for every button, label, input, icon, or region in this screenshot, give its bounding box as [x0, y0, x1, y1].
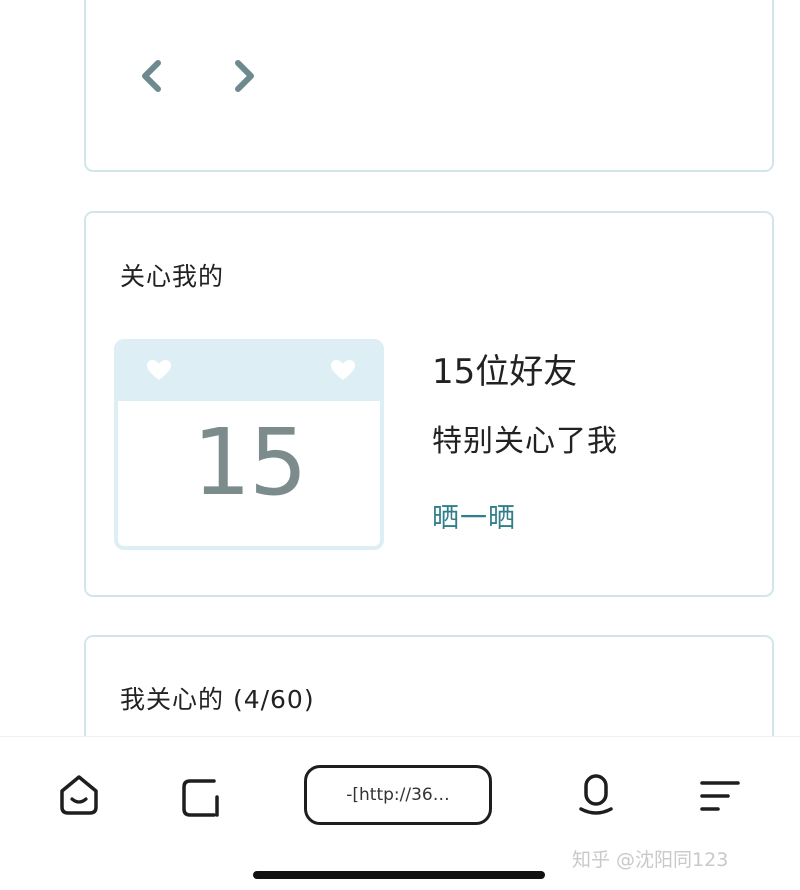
voice-button[interactable] [576, 773, 616, 823]
mic-icon [579, 774, 613, 815]
friends-subtitle: 特别关心了我 [432, 424, 618, 459]
add-care-icon [142, 0, 192, 4]
tabs-button[interactable] [180, 775, 224, 823]
menu-icon [700, 781, 740, 811]
tabs-icon [182, 779, 219, 817]
add-care-icon [356, 0, 406, 4]
calendar-number: 15 [192, 409, 307, 516]
watermark: 知乎 @沈阳同123 [572, 849, 729, 871]
share-link[interactable]: 晒一晒 [432, 496, 516, 535]
prev-button[interactable] [136, 58, 170, 94]
chevron-left-icon [142, 60, 161, 92]
add-care-icon [570, 0, 620, 4]
home-icon [60, 775, 98, 815]
heart-icon [331, 360, 355, 380]
home-button[interactable] [56, 773, 102, 821]
friends-count: 15位好友 [432, 352, 578, 392]
heart-icon [147, 360, 171, 380]
browser-bottom-bar: -[http://36… 知乎 @沈阳同123 [0, 736, 800, 890]
follow-suggestions-card: 关心 关心 关心 [84, 0, 774, 172]
care-me-title: 关心我的 [120, 262, 225, 291]
address-bar[interactable]: -[http://36… [304, 765, 492, 825]
chevron-right-icon [235, 60, 254, 92]
home-indicator [253, 871, 545, 879]
next-button[interactable] [226, 58, 260, 94]
i-care-title: 我关心的 (4/60) [120, 685, 315, 714]
calendar-graphic: 15 [114, 339, 384, 550]
menu-button[interactable] [698, 779, 742, 819]
calendar-header [118, 343, 380, 401]
